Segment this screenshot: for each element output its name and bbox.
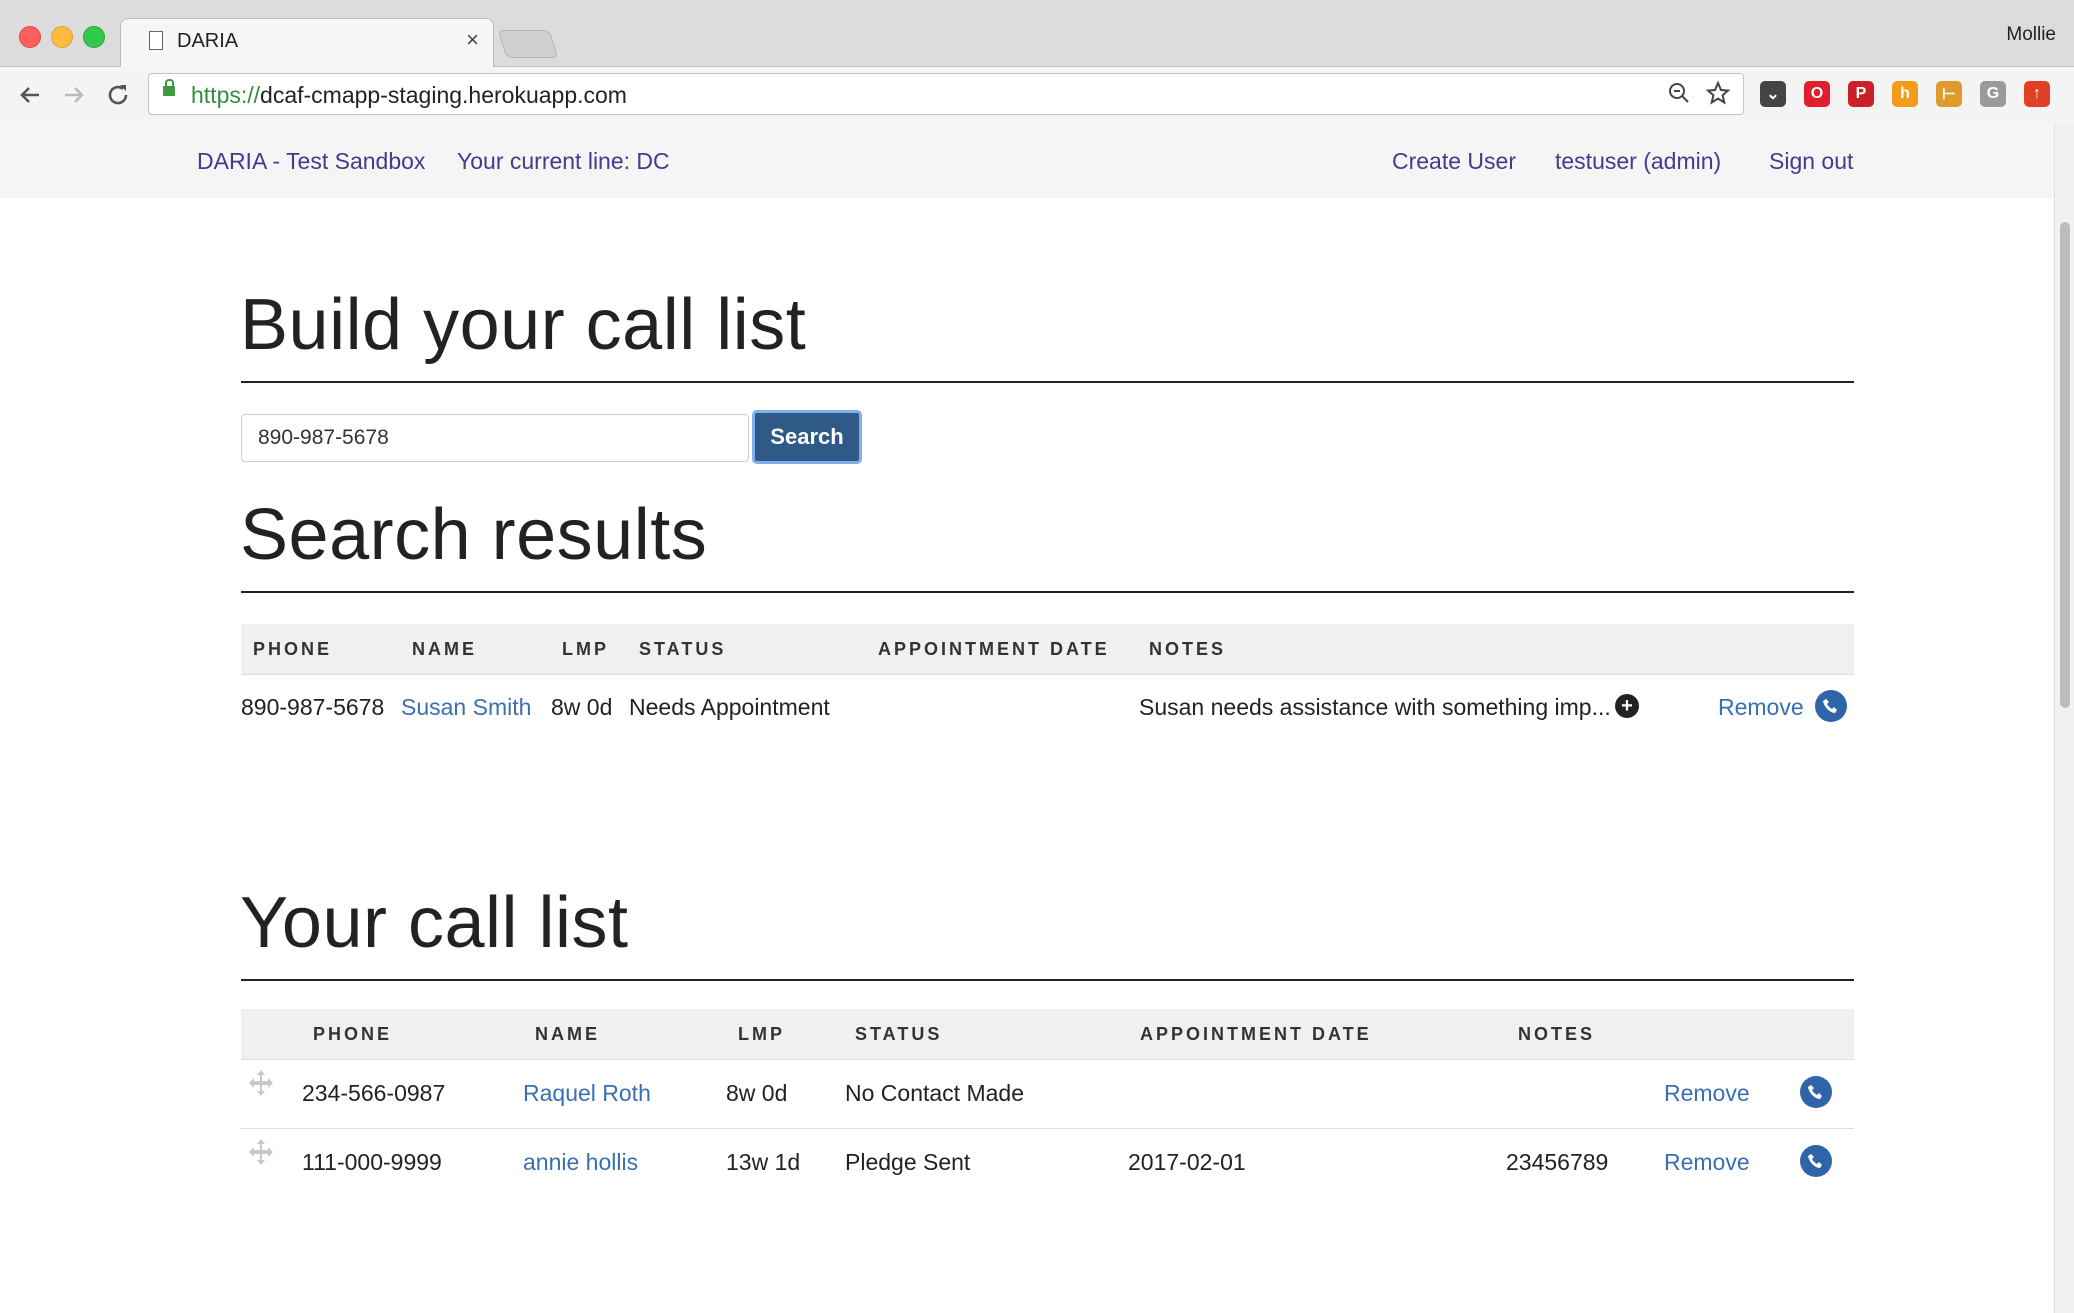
search-results-header: PHONE NAME LMP STATUS APPOINTMENT DATE N… xyxy=(241,624,1854,675)
status-cell: No Contact Made xyxy=(845,1080,1024,1106)
bookmark-star-icon[interactable] xyxy=(1705,80,1731,112)
address-bar[interactable]: https://dcaf-cmapp-staging.herokuapp.com xyxy=(148,73,1744,115)
back-arrow-icon[interactable] xyxy=(12,77,48,113)
tag-icon[interactable]: ⊢ xyxy=(1936,81,1962,107)
lmp-cell: 8w 0d xyxy=(726,1080,788,1106)
phone-cell: 111-000-9999 xyxy=(302,1149,442,1175)
phone-icon[interactable] xyxy=(1815,690,1847,722)
create-user-link[interactable]: Create User xyxy=(1392,148,1516,175)
column-header: PHONE xyxy=(253,639,333,659)
notes-cell: Susan needs assistance with something im… xyxy=(1139,694,1611,720)
url-text: https://dcaf-cmapp-staging.herokuapp.com xyxy=(191,82,627,108)
column-header: NOTES xyxy=(1518,1024,1596,1044)
opera-icon[interactable]: O xyxy=(1804,81,1830,107)
forward-arrow-icon[interactable] xyxy=(56,77,92,113)
column-header: NAME xyxy=(412,639,477,659)
phone-cell: 890-987-5678 xyxy=(241,694,385,720)
patient-name-link[interactable]: annie hollis xyxy=(523,1149,638,1176)
pocket-icon[interactable]: ⌄ xyxy=(1760,81,1786,107)
search-results-heading: Search results xyxy=(240,495,708,575)
remove-link[interactable]: Remove xyxy=(1718,694,1804,721)
upload-icon[interactable]: ↑ xyxy=(2024,81,2050,107)
divider xyxy=(241,979,1854,981)
divider xyxy=(241,381,1854,383)
drag-handle-icon[interactable] xyxy=(246,1068,276,1098)
honey-icon[interactable]: h xyxy=(1892,81,1918,107)
scrollbar-thumb[interactable] xyxy=(2060,222,2070,708)
status-cell: Pledge Sent xyxy=(845,1149,971,1175)
page-scrollbar[interactable] xyxy=(2054,124,2074,1313)
reload-icon[interactable] xyxy=(100,77,136,113)
remove-link[interactable]: Remove xyxy=(1664,1080,1750,1107)
tab-title: DARIA xyxy=(177,30,239,52)
status-cell: Needs Appointment xyxy=(629,694,830,720)
tab-strip: DARIA × Mollie xyxy=(0,0,2074,68)
remove-link[interactable]: Remove xyxy=(1664,1149,1750,1176)
drag-handle-icon[interactable] xyxy=(246,1137,276,1167)
phone-icon[interactable] xyxy=(1800,1076,1832,1108)
profile-name[interactable]: Mollie xyxy=(2006,24,2056,46)
patient-name-link[interactable]: Susan Smith xyxy=(401,694,531,721)
call-list-header: PHONE NAME LMP STATUS APPOINTMENT DATE N… xyxy=(241,1009,1854,1060)
phone-cell: 234-566-0987 xyxy=(302,1080,446,1106)
column-header: STATUS xyxy=(639,639,727,659)
close-window-button[interactable] xyxy=(19,26,41,48)
maximize-window-button[interactable] xyxy=(83,26,105,48)
column-header: LMP xyxy=(562,639,609,659)
column-header: PHONE xyxy=(313,1024,393,1044)
patient-name-link[interactable]: Raquel Roth xyxy=(523,1080,651,1107)
column-header: NOTES xyxy=(1149,639,1227,659)
column-header: LMP xyxy=(738,1024,785,1044)
minimize-window-button[interactable] xyxy=(51,26,73,48)
lmp-cell: 8w 0d xyxy=(551,694,613,720)
column-header: APPOINTMENT DATE xyxy=(1140,1024,1372,1044)
pinterest-icon[interactable]: P xyxy=(1848,81,1874,107)
browser-chrome: DARIA × Mollie https://dcaf-cmapp-stagin… xyxy=(0,0,2074,125)
zoom-icon[interactable] xyxy=(1667,80,1691,112)
extension-icons: ⌄ O Ph ⊢ G ↑ xyxy=(1760,81,2050,107)
page-icon xyxy=(149,31,163,50)
build-call-list-heading: Build your call list xyxy=(240,285,807,365)
lock-icon xyxy=(163,79,175,96)
user-link[interactable]: testuser (admin) xyxy=(1555,148,1721,175)
grammarly-icon[interactable]: G xyxy=(1980,81,2006,107)
new-tab-button[interactable] xyxy=(497,30,559,58)
column-header: STATUS xyxy=(855,1024,943,1044)
current-line-link[interactable]: Your current line: DC xyxy=(457,148,670,175)
search-input[interactable] xyxy=(241,414,749,462)
notes-cell: 23456789 xyxy=(1506,1149,1609,1175)
your-call-list-heading: Your call list xyxy=(240,883,629,963)
web-page: DARIA - Test Sandbox Your current line: … xyxy=(0,124,2054,1313)
browser-tab[interactable]: DARIA × xyxy=(120,18,494,68)
close-tab-icon[interactable]: × xyxy=(466,27,479,53)
browser-toolbar: https://dcaf-cmapp-staging.herokuapp.com… xyxy=(0,67,2074,125)
lmp-cell: 13w 1d xyxy=(726,1149,801,1175)
add-to-call-list-icon[interactable]: + xyxy=(1615,694,1639,718)
column-header: NAME xyxy=(535,1024,600,1044)
divider xyxy=(241,591,1854,593)
sign-out-link[interactable]: Sign out xyxy=(1769,148,1853,175)
row-divider xyxy=(241,1128,1854,1129)
column-header: APPOINTMENT DATE xyxy=(878,639,1110,659)
appointment-date-cell: 2017-02-01 xyxy=(1128,1149,1246,1175)
brand-link[interactable]: DARIA - Test Sandbox xyxy=(197,148,425,175)
app-navbar: DARIA - Test Sandbox Your current line: … xyxy=(0,124,2054,198)
phone-icon[interactable] xyxy=(1800,1145,1832,1177)
search-button[interactable]: Search xyxy=(752,410,862,464)
